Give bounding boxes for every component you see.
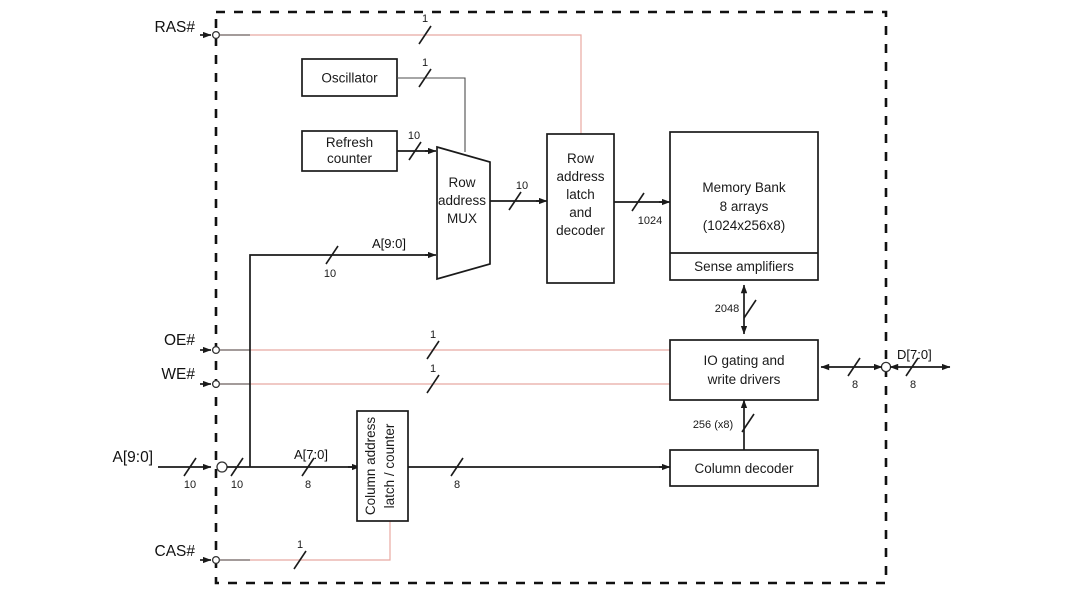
memory-bank-label-line3: (1024x256x8)	[703, 218, 786, 233]
addr-int-width-label: 10	[231, 479, 243, 491]
address-pin	[216, 461, 228, 473]
ras-signal-label: RAS#	[155, 19, 196, 36]
we-width-label: 1	[430, 363, 436, 375]
data-signal-label: D[7:0]	[897, 347, 932, 362]
data-external-width-label: 8	[910, 379, 916, 391]
cas-pin	[211, 555, 221, 565]
dram-block-diagram: Oscillator Refresh counter Row address M…	[0, 0, 1080, 608]
refresh-counter-label-line1: Refresh	[326, 135, 373, 150]
row-address-mux-label-line3: MUX	[447, 211, 477, 226]
ras-width-label: 1	[422, 13, 428, 25]
memory-bank-label-line2: 8 arrays	[720, 199, 769, 214]
mux-addr-width-label: 10	[324, 268, 336, 280]
oscillator-label: Oscillator	[321, 71, 378, 86]
data-pin	[880, 361, 892, 373]
column-address-bus-label: A[7:0]	[294, 447, 328, 462]
ras-pin	[211, 30, 221, 40]
chip-boundary	[214, 10, 888, 585]
column-decoder-label: Column decoder	[694, 461, 794, 476]
diagram-canvas: Oscillator Refresh counter Row address M…	[113, 10, 951, 585]
addr-ext-width-label: 10	[184, 479, 196, 491]
row-address-mux-label-line2: address	[438, 193, 486, 208]
column-address-latch-label-line1: Column address	[363, 417, 378, 516]
memory-bank-label-line1: Memory Bank	[702, 180, 786, 195]
data-internal-width-label: 8	[852, 379, 858, 391]
refresh-counter-label-line2: counter	[327, 151, 373, 166]
oe-signal-label: OE#	[164, 332, 195, 349]
cas-width-label: 1	[297, 539, 303, 551]
cas-signal-label: CAS#	[155, 543, 196, 560]
mux-address-bus-label: A[9:0]	[372, 236, 406, 251]
address-signal-label: A[9:0]	[113, 449, 154, 466]
row-decoder-width-label: 1024	[638, 215, 662, 227]
oe-pin	[211, 345, 221, 355]
row-latch-label-line3: latch	[566, 187, 595, 202]
column-decoder-width-label: 256 (x8)	[693, 419, 733, 431]
mux-out-width-label: 10	[516, 180, 528, 192]
row-latch-label-line2: address	[556, 169, 604, 184]
row-latch-label-line4: and	[569, 205, 592, 220]
refresh-out-width-label: 10	[408, 130, 420, 142]
row-latch-label-line1: Row	[567, 151, 594, 166]
oe-width-label: 1	[430, 329, 436, 341]
we-pin	[211, 379, 221, 389]
io-gating-block	[669, 339, 819, 401]
ras-control-line	[216, 34, 582, 134]
column-latch-out-width-label: 8	[454, 479, 460, 491]
sense-amp-width-label: 2048	[715, 303, 739, 315]
row-address-mux-label-line1: Row	[448, 175, 475, 190]
row-latch-label-line5: decoder	[556, 223, 605, 238]
io-gating-label-line1: IO gating and	[703, 353, 784, 368]
io-gating-label-line2: write drivers	[707, 372, 781, 387]
sense-amplifiers-label: Sense amplifiers	[694, 259, 794, 274]
column-address-latch-label-line2: latch / counter	[382, 423, 397, 508]
oscillator-out-width-label: 1	[422, 57, 428, 69]
we-signal-label: WE#	[161, 366, 195, 383]
column-addr-width-label: 8	[305, 479, 311, 491]
sense-amp-width-slash	[743, 299, 757, 319]
